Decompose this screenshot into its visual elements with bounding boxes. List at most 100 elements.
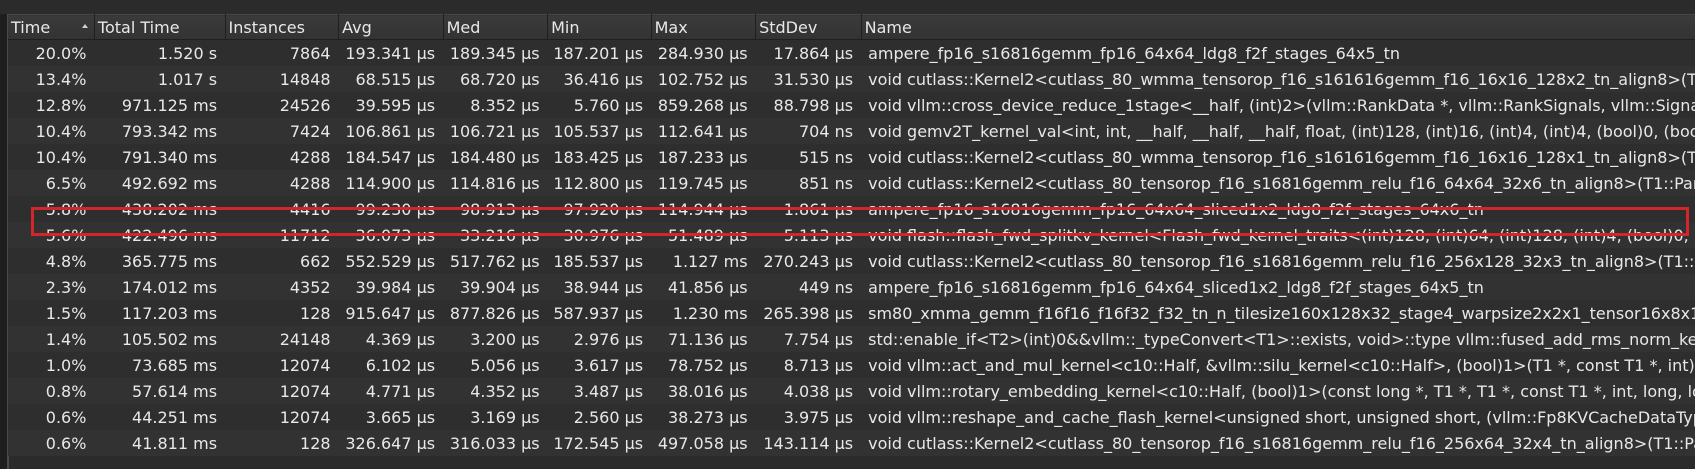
cell-med: 184.480 µs <box>449 147 540 167</box>
column-header-min[interactable]: Min <box>547 14 652 40</box>
cell-max: 114.944 µs <box>657 199 748 219</box>
cell-med: 517.762 µs <box>449 251 540 271</box>
table-body: 20.0% 1.520 s 7864 193.341 µs 189.345 µs 187.… <box>8 39 1695 456</box>
cell-stddev: 1.861 µs <box>783 199 854 219</box>
table-row[interactable]: 1.0% 73.685 ms 12074 6.102 µs 5.056 µs 3.617 … <box>8 352 1695 378</box>
cell-time: 0.8% <box>45 381 87 401</box>
cell-time: 1.4% <box>45 329 87 349</box>
cell-stddev: 449 ns <box>799 277 854 297</box>
cell-time: 0.6% <box>45 433 87 453</box>
cell-avg: 68.515 µs <box>355 69 436 89</box>
column-header-stddev[interactable]: StdDev <box>755 14 862 40</box>
cell-time: 5.8% <box>45 199 87 219</box>
cell-max: 284.930 µs <box>657 43 748 63</box>
table-row[interactable]: 12.8% 971.125 ms 24526 39.595 µs 8.352 µs 5.7… <box>8 92 1695 118</box>
cell-total-time: 1.017 s <box>157 69 218 89</box>
cell-avg: 4.771 µs <box>365 381 436 401</box>
cell-total-time: 117.203 ms <box>121 303 218 323</box>
cell-kernel-name: ampere_fp16_s16816gemm_fp16_64x64_sliced… <box>868 199 1484 219</box>
cell-time: 20.0% <box>35 43 87 63</box>
cell-time: 6.5% <box>45 173 87 193</box>
cell-instances: 4288 <box>289 173 331 193</box>
cell-total-time: 365.775 ms <box>121 251 218 271</box>
cell-max: 41.856 µs <box>668 277 748 297</box>
table-row[interactable]: 0.6% 44.251 ms 12074 3.665 µs 3.169 µs 2.560 … <box>8 404 1695 430</box>
column-header-avg[interactable]: Avg <box>338 14 444 40</box>
cell-max: 102.752 µs <box>657 69 748 89</box>
cell-total-time: 44.251 ms <box>132 407 218 427</box>
cell-med: 4.352 µs <box>470 381 540 401</box>
cell-avg: 6.102 µs <box>365 355 436 375</box>
table-row-highlighted[interactable]: 5.6% 422.496 ms 11712 36.073 µs 33.216 µs 30.… <box>8 222 1695 248</box>
cell-instances: 24148 <box>279 329 331 349</box>
cell-stddev: 31.530 µs <box>773 69 854 89</box>
table-row[interactable]: 6.5% 492.692 ms 4288 114.900 µs 114.816 µs 11… <box>8 170 1695 196</box>
cell-med: 5.056 µs <box>470 355 540 375</box>
cell-min: 185.537 µs <box>553 251 644 271</box>
column-header-max[interactable]: Max <box>651 14 757 40</box>
cell-total-time: 791.340 ms <box>121 147 218 167</box>
kernel-stats-window: Time Total Time Instances Avg Med Min Ma… <box>0 0 1695 469</box>
cell-med: 3.200 µs <box>470 329 540 349</box>
table-row[interactable]: 20.0% 1.520 s 7864 193.341 µs 189.345 µs 187.… <box>8 39 1695 66</box>
cell-stddev: 3.975 µs <box>783 407 854 427</box>
column-header-instances[interactable]: Instances <box>225 14 340 40</box>
cell-med: 189.345 µs <box>449 43 540 63</box>
cell-max: 859.268 µs <box>657 95 748 115</box>
column-header-label: Name <box>864 17 912 37</box>
cell-min: 3.617 µs <box>573 355 644 375</box>
table-row[interactable]: 5.8% 438.202 ms 4416 99.230 µs 98.913 µs 97.9… <box>8 196 1695 222</box>
table-row[interactable]: 4.8% 365.775 ms 662 552.529 µs 517.762 µs 185… <box>8 248 1695 274</box>
table-row[interactable]: 2.3% 174.012 ms 4352 39.984 µs 39.904 µs 38.9… <box>8 274 1695 300</box>
table-row[interactable]: 1.5% 117.203 ms 128 915.647 µs 877.826 µs 587… <box>8 300 1695 326</box>
table-row[interactable]: 0.6% 41.811 ms 128 326.647 µs 316.033 µs 172.… <box>8 430 1695 456</box>
table-row[interactable]: 10.4% 793.342 ms 7424 106.861 µs 106.721 µs 1… <box>8 118 1695 144</box>
cell-instances: 11712 <box>279 225 331 245</box>
cell-instances: 662 <box>300 251 331 271</box>
cell-instances: 12074 <box>279 381 331 401</box>
cell-med: 39.904 µs <box>460 277 540 297</box>
cell-instances: 4416 <box>289 199 331 219</box>
cell-max: 78.752 µs <box>668 355 748 375</box>
cell-stddev: 704 ns <box>799 121 854 141</box>
column-header-name[interactable]: Name <box>861 14 1695 40</box>
cell-instances: 24526 <box>279 95 331 115</box>
cell-med: 33.216 µs <box>460 225 540 245</box>
column-header-label: Instances <box>228 17 305 37</box>
table-row[interactable]: 0.8% 57.614 ms 12074 4.771 µs 4.352 µs 3.487 … <box>8 378 1695 404</box>
column-header-label: Min <box>551 17 580 37</box>
cell-time: 13.4% <box>35 69 87 89</box>
column-header-med[interactable]: Med <box>443 14 549 40</box>
cell-min: 183.425 µs <box>553 147 644 167</box>
cell-kernel-name: void vllm::act_and_mul_kernel<c10::Half,… <box>868 355 1695 375</box>
cell-kernel-name: void cutlass::Kernel2<cutlass_80_wmma_te… <box>868 147 1695 167</box>
cell-total-time: 1.520 s <box>157 43 218 63</box>
cell-stddev: 265.398 µs <box>763 303 854 323</box>
cell-med: 3.169 µs <box>470 407 540 427</box>
cell-max: 51.489 µs <box>668 225 748 245</box>
cell-total-time: 174.012 ms <box>121 277 218 297</box>
cell-max: 112.641 µs <box>657 121 748 141</box>
cell-med: 877.826 µs <box>449 303 540 323</box>
table-row[interactable]: 1.4% 105.502 ms 24148 4.369 µs 3.200 µs 2.976… <box>8 326 1695 352</box>
cell-kernel-name: void vllm::cross_device_reduce_1stage<__… <box>868 95 1695 115</box>
cell-avg: 3.665 µs <box>365 407 436 427</box>
cell-instances: 14848 <box>279 69 331 89</box>
column-header-label: Max <box>654 17 688 37</box>
cell-max: 38.016 µs <box>668 381 748 401</box>
column-header-time[interactable]: Time <box>8 14 95 40</box>
cell-total-time: 492.692 ms <box>121 173 218 193</box>
cell-kernel-name: ampere_fp16_s16816gemm_fp16_64x64_sliced… <box>868 277 1484 297</box>
cell-stddev: 7.754 µs <box>783 329 854 349</box>
cell-time: 12.8% <box>35 95 87 115</box>
cell-stddev: 88.798 µs <box>773 95 854 115</box>
column-header-total-time[interactable]: Total Time <box>94 14 226 40</box>
cell-total-time: 438.202 ms <box>121 199 218 219</box>
cell-stddev: 4.038 µs <box>783 381 854 401</box>
cell-max: 1.230 ms <box>672 303 748 323</box>
table-row[interactable]: 10.4% 791.340 ms 4288 184.547 µs 184.480 µs 1… <box>8 144 1695 170</box>
cell-time: 5.6% <box>45 225 87 245</box>
cell-stddev: 143.114 µs <box>763 433 854 453</box>
cell-total-time: 793.342 ms <box>121 121 218 141</box>
table-row[interactable]: 13.4% 1.017 s 14848 68.515 µs 68.720 µs 36.41… <box>8 66 1695 92</box>
